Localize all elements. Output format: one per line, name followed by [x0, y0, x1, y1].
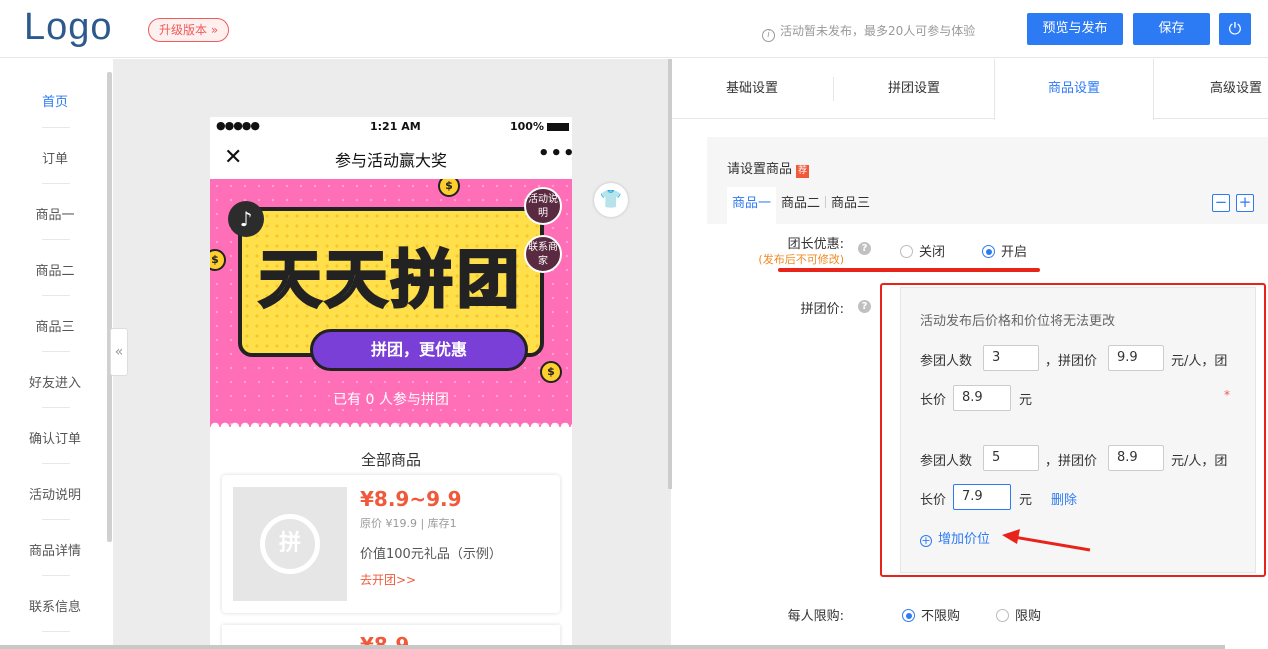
- left-nav: 首页 订单 商品一 商品二 商品三 好友进入 确认订单 活动说明 商品详情 联系…: [0, 59, 113, 649]
- leader-on-radio[interactable]: 开启: [982, 241, 1027, 260]
- power-icon: ⏻: [1228, 19, 1242, 38]
- radio-icon: [900, 245, 913, 258]
- phone-preview: ●●●●● 1:21 AM 100% ✕ 参与活动赢大奖 ••• $ $ $ 天…: [210, 117, 575, 649]
- product-price: ¥8.9~9.9: [360, 487, 462, 511]
- nav-scrollbar[interactable]: [107, 72, 112, 542]
- help-icon[interactable]: ?: [858, 300, 871, 313]
- start-group-link[interactable]: 去开团>>: [360, 571, 416, 588]
- section-title: 全部商品: [360, 451, 421, 469]
- limited-radio[interactable]: 限购: [996, 605, 1041, 624]
- radio-selected-icon: [982, 245, 995, 258]
- nav-item-friend-entry[interactable]: 好友进入: [0, 372, 110, 391]
- highlight-underline: [778, 268, 1040, 272]
- activity-banner: $ $ $ 天天拼团 拼团，更优惠 ♪ 活动说明 联系商家 已有 0 人参与拼团: [210, 179, 572, 427]
- leader-discount-note: (发布后不可修改): [758, 253, 844, 266]
- logo: Logo: [24, 6, 113, 48]
- publish-notice: i 活动暂未发布，最多20人可参与体验: [762, 22, 975, 42]
- signal-icon: ●●●●●: [216, 119, 260, 132]
- leader-discount-label: 团长优惠:: [787, 237, 844, 252]
- subtab-product-1[interactable]: 商品一: [727, 187, 777, 224]
- nav-item-orders[interactable]: 订单: [0, 148, 110, 167]
- recommend-tag: 荐: [796, 165, 810, 178]
- product-subtabs: 商品一 商品二 商品三: [727, 187, 875, 224]
- nav-item-product-detail[interactable]: 商品详情: [0, 540, 110, 559]
- preview-publish-button[interactable]: 预览与发布: [1027, 13, 1123, 45]
- upgrade-version-button[interactable]: 升级版本 »: [148, 18, 230, 42]
- phone-page-title: 参与活动赢大奖: [334, 151, 447, 170]
- save-button[interactable]: 保存: [1133, 13, 1210, 45]
- panel-splitter[interactable]: [668, 59, 672, 489]
- nav-item-contact-info[interactable]: 联系信息: [0, 596, 110, 615]
- leader-off-radio[interactable]: 关闭: [900, 241, 945, 260]
- banner-main-title: 天天拼团: [257, 242, 523, 318]
- product-setting-box: 请设置商品荐 商品一 商品二 商品三 − +: [707, 137, 1268, 224]
- product-setting-label: 请设置商品荐: [727, 162, 810, 178]
- joined-count-text: 已有 0 人参与拼团: [333, 392, 449, 408]
- annotation-arrow-icon: [1002, 529, 1091, 552]
- nav-item-confirm-order[interactable]: 确认订单: [0, 428, 110, 447]
- battery-indicator: 100%: [510, 120, 569, 133]
- product-meta: 原价 ¥19.9 | 库存1: [360, 517, 457, 530]
- shirt-icon[interactable]: 👕: [594, 183, 628, 217]
- radio-selected-icon: [902, 609, 915, 622]
- product-thumbnail: 拼: [233, 487, 347, 601]
- status-time: 1:21 AM: [370, 120, 421, 133]
- horizontal-scrollbar[interactable]: [0, 645, 1225, 649]
- help-icon[interactable]: ?: [858, 242, 871, 255]
- collapse-nav-button[interactable]: «: [110, 328, 128, 376]
- settings-tabs: 基础设置 拼团设置 商品设置 高级设置: [672, 59, 1268, 120]
- nav-item-product-2[interactable]: 商品二: [0, 260, 110, 279]
- music-note-icon[interactable]: ♪: [228, 201, 264, 237]
- purchase-limit-label: 每人限购:: [787, 609, 844, 624]
- coin-icon: $: [540, 361, 562, 383]
- nav-item-product-1[interactable]: 商品一: [0, 204, 110, 223]
- more-icon[interactable]: •••: [538, 143, 576, 164]
- nav-item-product-3[interactable]: 商品三: [0, 316, 110, 335]
- remove-product-button[interactable]: −: [1212, 194, 1230, 212]
- product-card[interactable]: 拼 ¥8.9~9.9 原价 ¥19.9 | 库存1 价值100元礼品（示例） 去…: [222, 475, 560, 613]
- publish-notice-text: 活动暂未发布，最多20人可参与体验: [780, 24, 976, 38]
- tab-product-settings[interactable]: 商品设置: [994, 59, 1154, 120]
- phone-title-bar: ✕ 参与活动赢大奖 •••: [210, 139, 575, 179]
- contact-merchant-badge[interactable]: 联系商家: [524, 235, 562, 273]
- tab-basic-settings[interactable]: 基础设置: [672, 59, 832, 119]
- power-button[interactable]: ⏻: [1219, 13, 1251, 45]
- tab-group-settings[interactable]: 拼团设置: [834, 59, 994, 119]
- nav-item-home[interactable]: 首页: [0, 91, 110, 110]
- battery-icon: [546, 123, 569, 131]
- tab-advanced-settings[interactable]: 高级设置: [1154, 59, 1268, 119]
- info-icon: i: [762, 29, 775, 42]
- activity-info-badge[interactable]: 活动说明: [524, 187, 562, 225]
- radio-icon: [996, 609, 1009, 622]
- group-price-label: 拼团价:: [800, 302, 844, 317]
- subtab-product-2[interactable]: 商品二: [776, 187, 825, 224]
- banner-pill: 拼团，更优惠: [310, 329, 528, 371]
- unlimited-radio[interactable]: 不限购: [902, 605, 960, 624]
- product-desc: 价值100元礼品（示例）: [360, 547, 502, 562]
- nav-item-activity-info[interactable]: 活动说明: [0, 484, 110, 503]
- subtab-product-3[interactable]: 商品三: [826, 187, 875, 224]
- phone-status-bar: ●●●●● 1:21 AM 100%: [210, 117, 572, 139]
- add-product-button[interactable]: +: [1236, 194, 1254, 212]
